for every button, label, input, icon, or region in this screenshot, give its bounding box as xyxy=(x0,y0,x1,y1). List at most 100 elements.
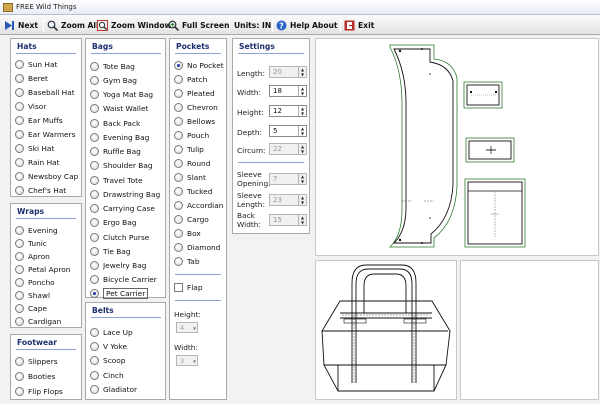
bag-option[interactable]: Evening Bag xyxy=(90,131,149,143)
radio-button[interactable] xyxy=(15,371,24,381)
radio-button[interactable] xyxy=(174,144,183,154)
radio-button-checked[interactable] xyxy=(174,60,183,70)
zoom-all-button[interactable]: Zoom All xyxy=(47,19,99,31)
bag-option[interactable]: Bicycle Carrier xyxy=(90,273,157,285)
radio-button[interactable] xyxy=(174,186,183,196)
belt-option[interactable]: Scoop xyxy=(90,354,126,366)
bag-option-selected[interactable]: Pet Carrier xyxy=(90,287,149,299)
radio-button[interactable] xyxy=(15,185,24,195)
pocket-option[interactable]: Patch xyxy=(174,73,207,85)
width-stepper[interactable]: 18 ▲ ▼ xyxy=(269,85,307,97)
pocket-option[interactable]: Tab xyxy=(174,255,200,267)
radio-button[interactable] xyxy=(174,200,183,210)
bag-option[interactable]: Gym Bag xyxy=(90,74,137,86)
full-screen-button[interactable]: Full Screen xyxy=(168,19,230,31)
hat-option[interactable]: Ear Muffs xyxy=(15,114,63,126)
radio-button[interactable] xyxy=(90,189,99,199)
radio-button[interactable] xyxy=(90,341,99,351)
radio-button[interactable] xyxy=(174,214,183,224)
radio-button[interactable] xyxy=(15,143,24,153)
radio-button[interactable] xyxy=(90,217,99,227)
radio-button[interactable] xyxy=(174,130,183,140)
exit-button[interactable]: Exit xyxy=(344,19,374,31)
sleeve-length-stepper[interactable]: 23 ▲ ▼ xyxy=(269,194,307,206)
wrap-option[interactable]: Petal Apron xyxy=(15,263,70,275)
radio-button[interactable] xyxy=(15,277,24,287)
radio-button[interactable] xyxy=(90,384,99,394)
footwear-option[interactable]: Booties xyxy=(15,370,55,382)
radio-button[interactable] xyxy=(90,260,99,270)
radio-button[interactable] xyxy=(15,238,24,248)
radio-button[interactable] xyxy=(15,157,24,167)
belt-option[interactable]: Gladiator xyxy=(90,383,137,395)
pocket-option[interactable]: Tulip xyxy=(174,143,204,155)
radio-button[interactable] xyxy=(15,87,24,97)
pocket-option-selected[interactable]: No Pocket xyxy=(174,59,224,71)
bag-option[interactable]: Jewelry Bag xyxy=(90,259,146,271)
help-button[interactable]: ? Help xyxy=(276,19,310,31)
pattern-view[interactable] xyxy=(315,38,599,256)
belt-option[interactable]: Cinch xyxy=(90,369,124,381)
pocket-option[interactable]: Accordian xyxy=(174,199,223,211)
radio-button[interactable] xyxy=(90,327,99,337)
zoom-window-button[interactable]: Zoom Window xyxy=(97,19,172,31)
radio-button[interactable] xyxy=(174,242,183,252)
next-button[interactable]: Next xyxy=(4,19,38,31)
radio-button[interactable] xyxy=(90,370,99,380)
radio-button[interactable] xyxy=(15,290,24,300)
bag-option[interactable]: Travel Tote xyxy=(90,174,143,186)
radio-button[interactable] xyxy=(90,160,99,170)
radio-button[interactable] xyxy=(90,146,99,156)
pocket-option[interactable]: Chevron xyxy=(174,101,218,113)
bag-option[interactable]: Yoga Mat Bag xyxy=(90,88,153,100)
pocket-option[interactable]: Box xyxy=(174,227,201,239)
radio-button[interactable] xyxy=(15,73,24,83)
radio-button[interactable] xyxy=(174,256,183,266)
pocket-option[interactable]: Cargo xyxy=(174,213,209,225)
wrap-option[interactable]: Apron xyxy=(15,250,50,262)
radio-button[interactable] xyxy=(15,115,24,125)
radio-button[interactable] xyxy=(15,386,24,396)
radio-button[interactable] xyxy=(15,171,24,181)
wrap-option[interactable]: Tunic xyxy=(15,237,47,249)
radio-button[interactable] xyxy=(90,75,99,85)
radio-button[interactable] xyxy=(90,355,99,365)
radio-button[interactable] xyxy=(15,303,24,313)
footwear-option[interactable]: Flip Flops xyxy=(15,385,63,397)
hat-option[interactable]: Ski Hat xyxy=(15,142,54,154)
radio-button[interactable] xyxy=(90,61,99,71)
footwear-option[interactable]: Slippers xyxy=(15,355,58,367)
hat-option[interactable]: Sun Hat xyxy=(15,58,57,70)
radio-button[interactable] xyxy=(15,264,24,274)
pocket-width-select[interactable]: 3 ▼ xyxy=(176,355,198,366)
radio-button[interactable] xyxy=(15,225,24,235)
sleeve-opening-stepper[interactable]: 7 ▲ ▼ xyxy=(269,173,307,185)
bag-option[interactable]: Tie Bag xyxy=(90,245,131,257)
wrap-option[interactable]: Evening xyxy=(15,224,58,236)
radio-button[interactable] xyxy=(174,158,183,168)
bag-option[interactable]: Ergo Bag xyxy=(90,216,136,228)
bag-option[interactable]: Tote Bag xyxy=(90,60,135,72)
hat-option[interactable]: Rain Hat xyxy=(15,156,60,168)
radio-button[interactable] xyxy=(15,129,24,139)
pocket-option[interactable]: Round xyxy=(174,157,210,169)
radio-button[interactable] xyxy=(15,101,24,111)
pocket-option[interactable]: Tucked xyxy=(174,185,212,197)
radio-button[interactable] xyxy=(90,175,99,185)
bag-option[interactable]: Drawstring Bag xyxy=(90,188,160,200)
radio-button[interactable] xyxy=(15,59,24,69)
depth-stepper[interactable]: 5 ▲ ▼ xyxy=(269,125,307,137)
hat-option[interactable]: Visor xyxy=(15,100,46,112)
radio-button[interactable] xyxy=(90,232,99,242)
radio-button[interactable] xyxy=(90,203,99,213)
bag-option[interactable]: Carrying Case xyxy=(90,202,155,214)
about-button[interactable]: About xyxy=(312,19,338,31)
radio-button[interactable] xyxy=(90,103,99,113)
pocket-option[interactable]: Pleated xyxy=(174,87,215,99)
height-stepper[interactable]: 12 ▲ ▼ xyxy=(269,105,307,117)
radio-button[interactable] xyxy=(90,246,99,256)
radio-button[interactable] xyxy=(174,116,183,126)
bag-option[interactable]: Shoulder Bag xyxy=(90,159,153,171)
flap-checkbox[interactable]: Flap xyxy=(174,281,203,293)
checkbox[interactable] xyxy=(174,282,183,292)
